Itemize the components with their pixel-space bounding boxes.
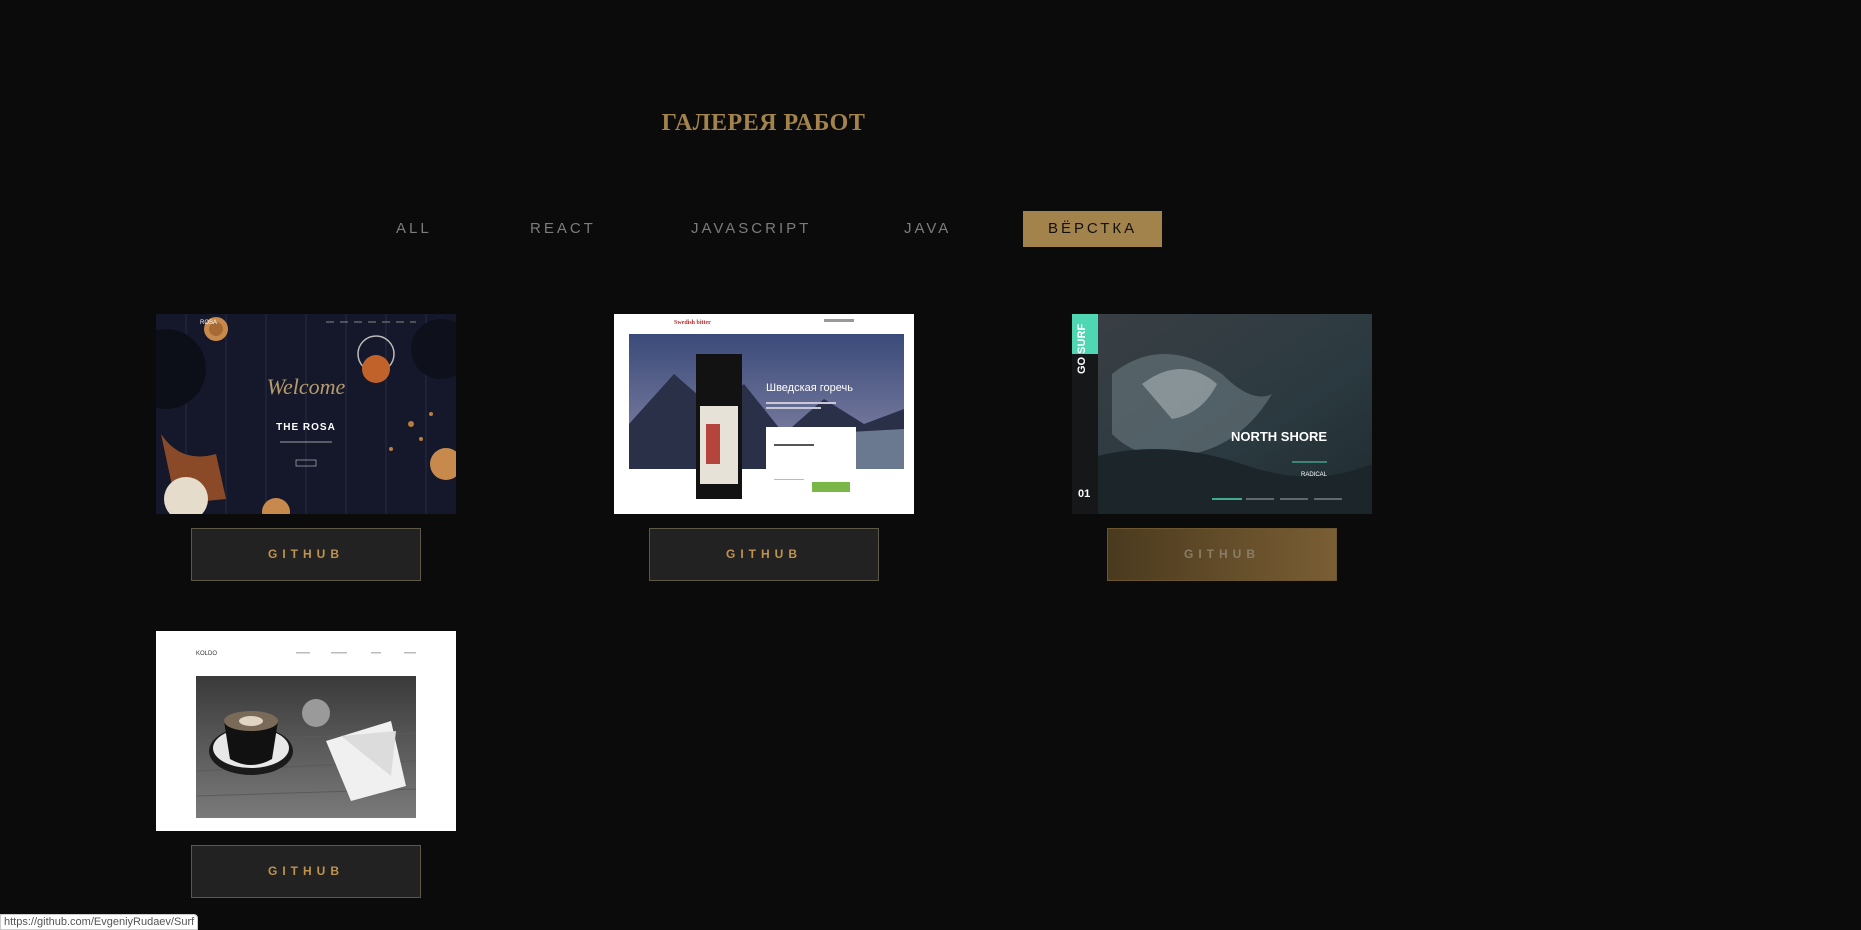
swedish-logo-text: Swedish bitter: [674, 320, 711, 326]
surf-sub-text: RADICAL: [1301, 472, 1328, 478]
project-thumbnail-swedish-bitter[interactable]: Swedish bitter Шведская горечь: [614, 314, 914, 514]
gallery-title: ГАЛЕРЕЯ РАБОТ: [661, 110, 866, 136]
filter-react[interactable]: REACT: [530, 211, 596, 247]
status-bar-url: https://github.com/EvgeniyRudaev/Surf: [0, 914, 199, 930]
rosa-welcome-text: Welcome: [267, 374, 346, 399]
filter-verstka[interactable]: ВЁРСТКА: [1023, 211, 1163, 247]
project-thumbnail-surf[interactable]: GO SURF 01 NORTH SHORE RADICAL: [1072, 314, 1372, 514]
surf-badge-text: GO SURF: [1076, 324, 1088, 374]
surf-counter-text: 01: [1078, 488, 1090, 500]
filter-java[interactable]: JAVA: [904, 211, 951, 247]
project-thumbnail-rosa[interactable]: Welcome THE ROSA ROSA: [156, 314, 456, 514]
coffee-logo-text: KOLDO: [196, 651, 217, 657]
rosa-heading-text: THE ROSA: [276, 422, 336, 433]
surf-heading-text: NORTH SHORE: [1231, 429, 1327, 444]
rosa-logo-text: ROSA: [200, 320, 217, 326]
project-thumbnail-coffee[interactable]: KOLDO: [156, 631, 456, 831]
github-button[interactable]: GITHUB: [1107, 528, 1337, 581]
github-button[interactable]: GITHUB: [191, 845, 421, 898]
filter-javascript[interactable]: JAVASCRIPT: [691, 211, 811, 247]
filter-all[interactable]: ALL: [396, 211, 432, 247]
github-button[interactable]: GITHUB: [649, 528, 879, 581]
github-button[interactable]: GITHUB: [191, 528, 421, 581]
swedish-heading-text: Шведская горечь: [766, 382, 853, 394]
